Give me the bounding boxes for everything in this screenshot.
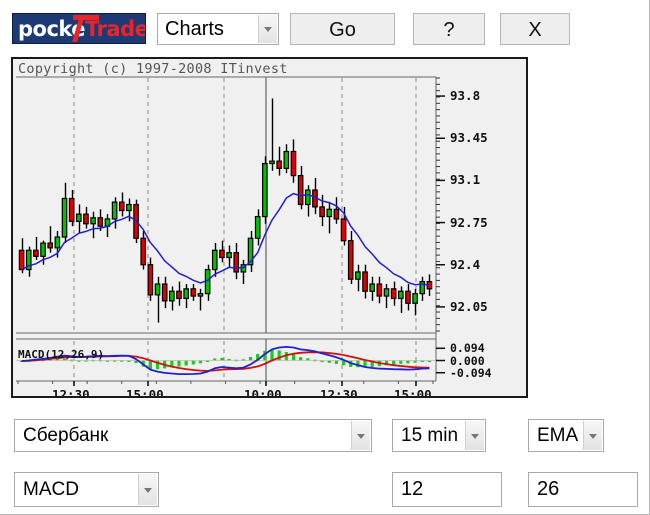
symbol-select-value: Сбербанк [23, 424, 109, 446]
close-button[interactable]: X [500, 13, 570, 45]
pockettrade-logo: pockeTrade [12, 13, 146, 44]
period-select-value: 15 min [401, 424, 459, 446]
chevron-down-icon[interactable] [351, 421, 370, 450]
price-axis-tick: 92.05 [450, 298, 488, 314]
logo-accent-bar [73, 15, 99, 20]
indicator-select[interactable]: MACD [14, 472, 159, 507]
time-axis-tick: 12:30 [320, 387, 358, 396]
help-button[interactable]: ? [413, 13, 485, 45]
app-window: pockeTrade Charts Go ? X Copyright (c) 1… [0, 0, 650, 515]
toolbar: pockeTrade Charts Go ? X [0, 0, 650, 57]
fast-period-input[interactable]: 12 [392, 472, 502, 507]
time-axis-tick: 10:00 [244, 387, 282, 396]
macd-axis-tick: -0.094 [450, 365, 492, 380]
slow-period-value: 26 [537, 478, 560, 500]
period-select[interactable]: 15 min [392, 419, 486, 452]
macd-indicator-label: MACD(12,26,9) [18, 348, 105, 361]
slow-period-input[interactable]: 26 [528, 472, 638, 507]
go-button-label: Go [329, 19, 356, 41]
chevron-down-icon[interactable] [138, 474, 157, 505]
time-axis-tick: 15:00 [394, 387, 432, 396]
ma-type-select[interactable]: EMA [528, 419, 604, 452]
logo-graphic: pockeTrade [13, 14, 145, 43]
chevron-down-icon[interactable] [465, 421, 484, 450]
price-axis-tick: 93.45 [450, 130, 488, 146]
chart-canvas: Copyright (c) 1997-2008 ITinvest MACD(12… [13, 59, 526, 396]
chevron-down-icon[interactable] [583, 421, 602, 450]
mode-select[interactable]: Charts [157, 13, 279, 45]
price-axis-tick: 93.8 [450, 88, 481, 104]
mode-select-value: Charts [165, 18, 224, 40]
fast-period-value: 12 [401, 478, 424, 500]
price-axis-tick: 92.75 [450, 214, 488, 230]
price-axis-tick: 92.4 [450, 256, 481, 272]
logo-text-trade: Trade [85, 17, 146, 41]
time-axis-tick: 12:30 [52, 387, 90, 396]
ma-type-select-value: EMA [537, 424, 579, 446]
time-axis-tick: 15:00 [126, 387, 164, 396]
chart-panel[interactable]: Copyright (c) 1997-2008 ITinvest MACD(12… [11, 57, 528, 398]
price-axis-tick: 93.1 [450, 172, 481, 188]
help-button-label: ? [443, 19, 455, 41]
indicator-select-value: MACD [23, 478, 79, 500]
symbol-select[interactable]: Сбербанк [14, 419, 372, 452]
chevron-down-icon[interactable] [258, 15, 277, 43]
chart-copyright: Copyright (c) 1997-2008 ITinvest [18, 61, 288, 77]
go-button[interactable]: Go [290, 13, 395, 45]
close-button-label: X [528, 19, 542, 41]
